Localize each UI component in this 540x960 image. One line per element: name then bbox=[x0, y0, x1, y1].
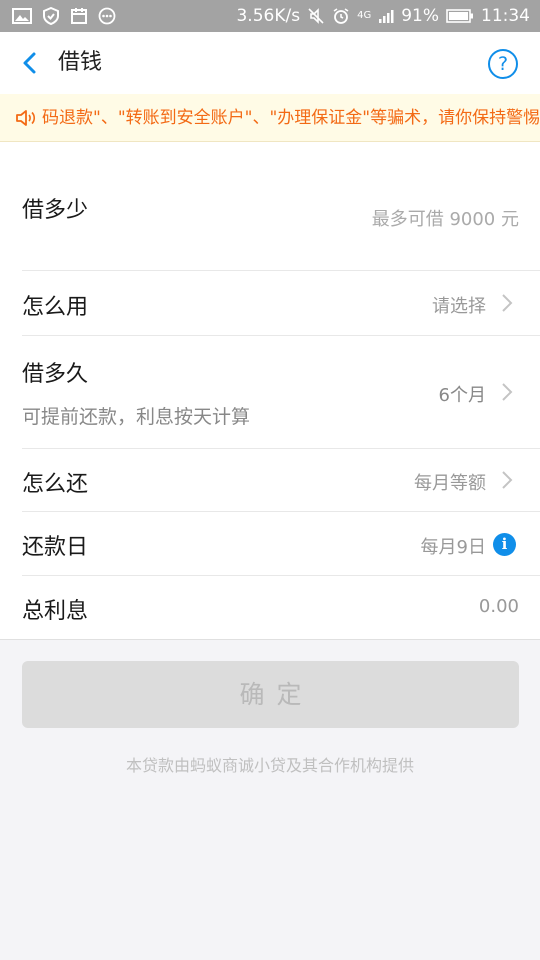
purpose-value: 请选择 bbox=[432, 296, 486, 317]
chevron-left-icon[interactable] bbox=[16, 49, 44, 77]
repay-day-value: 每月9日 bbox=[420, 537, 486, 558]
fraud-warning-notice: 码退款"、"转账到安全账户"、"办理保证金"等骗术，请你保持警惕 bbox=[0, 94, 540, 142]
notice-text: 码退款"、"转账到安全账户"、"办理保证金"等骗术，请你保持警惕 bbox=[42, 108, 540, 128]
chevron-right-icon bbox=[502, 471, 513, 489]
chevron-right-icon bbox=[502, 294, 513, 312]
repay-day-row: 还款日 每月9日 i bbox=[22, 512, 540, 576]
purpose-label: 怎么用 bbox=[22, 295, 89, 320]
interest-label: 总利息 bbox=[22, 599, 89, 624]
alarm-icon bbox=[333, 8, 349, 24]
term-label: 借多久 bbox=[22, 362, 89, 387]
amount-input[interactable]: 最多可借 9000 元 bbox=[372, 205, 519, 231]
repay-day-label: 还款日 bbox=[22, 535, 89, 560]
amount-row[interactable]: 借多少 最多可借 9000 元 bbox=[22, 142, 540, 271]
signal-icon bbox=[379, 10, 394, 23]
interest-value: 0.00 bbox=[478, 596, 519, 617]
confirm-button[interactable]: 确定 bbox=[22, 661, 519, 728]
mute-icon bbox=[308, 8, 324, 24]
calendar-icon bbox=[71, 8, 87, 24]
clock: 11:34 bbox=[481, 6, 530, 26]
repay-method-row[interactable]: 怎么还 每月等额 bbox=[22, 449, 540, 512]
info-icon[interactable]: i bbox=[493, 533, 516, 556]
speaker-icon bbox=[16, 110, 36, 126]
status-bar-system: 3.56K/s 4G 91% 11:34 bbox=[236, 0, 530, 32]
shield-icon bbox=[43, 7, 59, 25]
status-bar: 3.56K/s 4G 91% 11:34 bbox=[0, 0, 540, 32]
chevron-right-icon bbox=[502, 383, 513, 401]
more-dots-icon bbox=[98, 7, 116, 25]
term-subtext: 可提前还款，利息按天计算 bbox=[22, 406, 251, 428]
amount-label: 借多少 bbox=[22, 198, 89, 223]
purpose-row[interactable]: 怎么用 请选择 bbox=[22, 271, 540, 336]
battery-icon bbox=[446, 9, 473, 23]
nav-bar: 借钱 ? bbox=[0, 32, 540, 94]
interest-row: 总利息 0.00 bbox=[22, 576, 540, 640]
battery-percent: 91% bbox=[401, 6, 439, 26]
gallery-icon bbox=[12, 8, 32, 24]
repay-method-label: 怎么还 bbox=[22, 472, 89, 497]
page-title: 借钱 bbox=[58, 50, 103, 75]
repay-method-value: 每月等额 bbox=[414, 473, 486, 494]
help-icon[interactable]: ? bbox=[488, 49, 518, 79]
term-row[interactable]: 借多久 可提前还款，利息按天计算 6个月 bbox=[22, 336, 540, 449]
provider-note: 本贷款由蚂蚁商诚小贷及其合作机构提供 bbox=[125, 756, 414, 775]
network-speed: 3.56K/s bbox=[236, 6, 301, 26]
network-type: 4G bbox=[357, 10, 372, 21]
loan-form: 借多少 最多可借 9000 元 怎么用 请选择 借多久 可提前还款，利息按天计算… bbox=[0, 142, 540, 640]
term-value: 6个月 bbox=[438, 385, 486, 406]
status-bar-notifications bbox=[12, 6, 116, 26]
